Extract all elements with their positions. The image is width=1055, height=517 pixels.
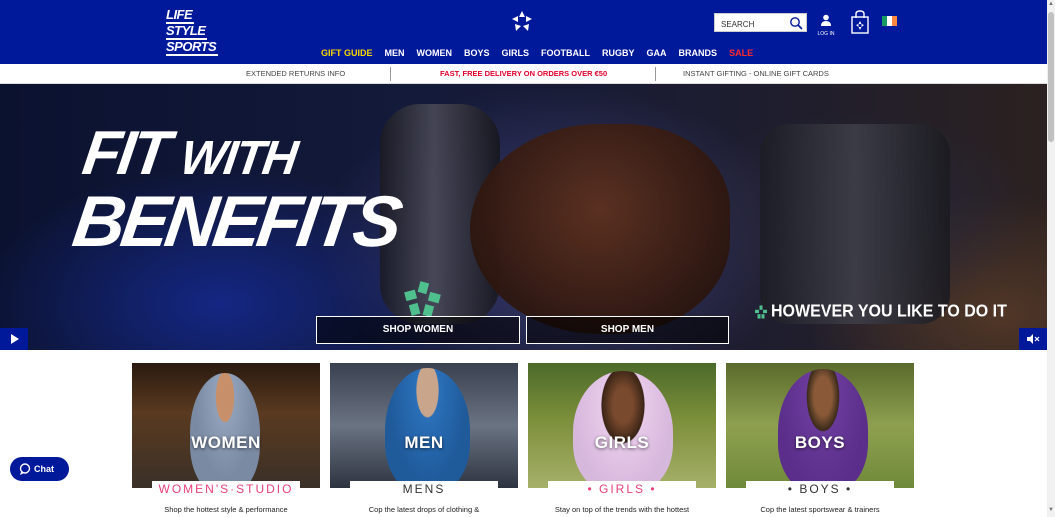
men-model-figure	[385, 368, 470, 488]
womens-studio-label[interactable]: WOMEN'S·STUDIO	[152, 481, 300, 498]
girls-card-image	[528, 363, 716, 488]
men-card-image	[330, 363, 518, 488]
brand-star-icon[interactable]	[511, 10, 533, 32]
logo-line-1: LIFE	[166, 7, 195, 24]
chat-label: Chat	[34, 464, 54, 474]
nav-women[interactable]: WOMEN	[417, 48, 453, 62]
men-card-description: Cop the latest drops of clothing &	[368, 505, 480, 514]
hero-tagline: HOWEVER YOU LIKE TO DO IT	[755, 302, 1007, 322]
info-divider	[390, 67, 391, 81]
girls-card-description: Stay on top of the trends with the hotte…	[554, 505, 690, 514]
shop-women-button[interactable]: SHOP WOMEN	[316, 316, 520, 344]
main-nav: GIFT GUIDE MEN WOMEN BOYS GIRLS FOOTBALL…	[321, 48, 765, 62]
nav-gaa[interactable]: GAA	[647, 48, 667, 62]
play-icon	[11, 334, 19, 344]
nav-boys[interactable]: BOYS	[464, 48, 490, 62]
boys-card-title: BOYS	[794, 433, 846, 452]
nav-rugby[interactable]: RUGBY	[602, 48, 635, 62]
boys-model-figure	[778, 369, 868, 488]
delivery-info-link[interactable]: FAST, FREE DELIVERY ON ORDERS OVER €50	[440, 69, 607, 78]
scroll-down-arrow-icon[interactable]: ▼	[1048, 507, 1054, 515]
scroll-thumb[interactable]	[1048, 12, 1054, 142]
hero-title-with: WITH	[177, 132, 300, 185]
nav-gift-guide[interactable]: GIFT GUIDE	[321, 48, 373, 62]
info-divider	[655, 67, 656, 81]
men-card-title: MEN	[404, 433, 444, 452]
flag-stripe-orange	[892, 16, 897, 26]
women-card-image	[132, 363, 320, 488]
girls-model-figure	[573, 371, 673, 488]
boys-card-description: Cop the latest sportswear & trainers	[760, 505, 880, 514]
hero-hand	[470, 124, 730, 334]
page: LIFE STYLE SPORTS SEARCH LOG IN GIFT GUI…	[0, 0, 1055, 517]
category-card-women[interactable]: WOMEN WOMEN'S·STUDIO Shop the hottest st…	[132, 363, 320, 517]
info-bar: EXTENDED RETURNS INFO FAST, FREE DELIVER…	[0, 64, 1047, 84]
chat-bubble-icon	[19, 463, 31, 475]
girls-label[interactable]: • GIRLS •	[548, 481, 696, 498]
category-card-girls[interactable]: GIRLS • GIRLS • Stay on top of the trend…	[528, 363, 716, 517]
gift-cards-link[interactable]: INSTANT GIFTING - ONLINE GIFT CARDS	[683, 69, 829, 78]
girls-card-title: GIRLS	[594, 433, 650, 452]
hero-star-icon	[404, 281, 441, 318]
logo-line-3: SPORTS	[166, 39, 219, 56]
nav-brands[interactable]: BRANDS	[679, 48, 718, 62]
nav-football[interactable]: FOOTBALL	[541, 48, 590, 62]
shop-men-button[interactable]: SHOP MEN	[526, 316, 729, 344]
mute-button[interactable]	[1019, 328, 1047, 350]
search-box[interactable]	[714, 13, 807, 33]
site-logo[interactable]: LIFE STYLE SPORTS	[166, 7, 219, 56]
hero-title-fit: FIT	[78, 119, 173, 188]
ireland-flag-icon[interactable]	[882, 16, 897, 26]
page-scrollbar[interactable]: ▲ ▼	[1047, 0, 1055, 517]
boys-label[interactable]: • BOYS •	[746, 481, 894, 498]
category-card-men[interactable]: MEN MENS Cop the latest drops of clothin…	[330, 363, 518, 517]
boys-card-image	[726, 363, 914, 488]
category-card-boys[interactable]: BOYS • BOYS • Cop the latest sportswear …	[726, 363, 914, 517]
login-button[interactable]: LOG IN	[815, 13, 837, 37]
hero-banner[interactable]: FIT WITH BENEFITS HOWEVER YOU LIKE TO DO…	[0, 84, 1047, 350]
returns-info-link[interactable]: EXTENDED RETURNS INFO	[246, 69, 345, 78]
tagline-star-icon	[755, 305, 767, 319]
hero-dumbbell-right	[760, 124, 950, 324]
nav-girls[interactable]: GIRLS	[502, 48, 530, 62]
logo-line-2: STYLE	[166, 23, 208, 40]
site-header: LIFE STYLE SPORTS SEARCH LOG IN GIFT GUI…	[0, 0, 1047, 64]
user-icon	[821, 14, 831, 26]
speaker-muted-icon	[1027, 334, 1040, 344]
search-input[interactable]	[715, 16, 785, 33]
hero-title: FIT WITH BENEFITS	[68, 119, 411, 262]
search-icon[interactable]	[789, 16, 803, 30]
women-card-description: Shop the hottest style & performance	[164, 505, 288, 514]
nav-sale[interactable]: SALE	[729, 48, 753, 62]
chat-button[interactable]: Chat	[10, 457, 69, 481]
mens-label[interactable]: MENS	[350, 481, 498, 498]
nav-men[interactable]: MEN	[385, 48, 405, 62]
play-button[interactable]	[0, 328, 28, 350]
women-model-figure	[190, 373, 260, 488]
women-card-title: WOMEN	[191, 433, 261, 452]
shopping-bag-icon[interactable]	[851, 10, 869, 34]
hero-title-benefits: BENEFITS	[68, 182, 404, 262]
login-label: LOG IN	[817, 31, 835, 37]
scroll-up-arrow-icon[interactable]: ▲	[1048, 1, 1054, 9]
hero-tagline-text: HOWEVER YOU LIKE TO DO IT	[771, 302, 1007, 321]
